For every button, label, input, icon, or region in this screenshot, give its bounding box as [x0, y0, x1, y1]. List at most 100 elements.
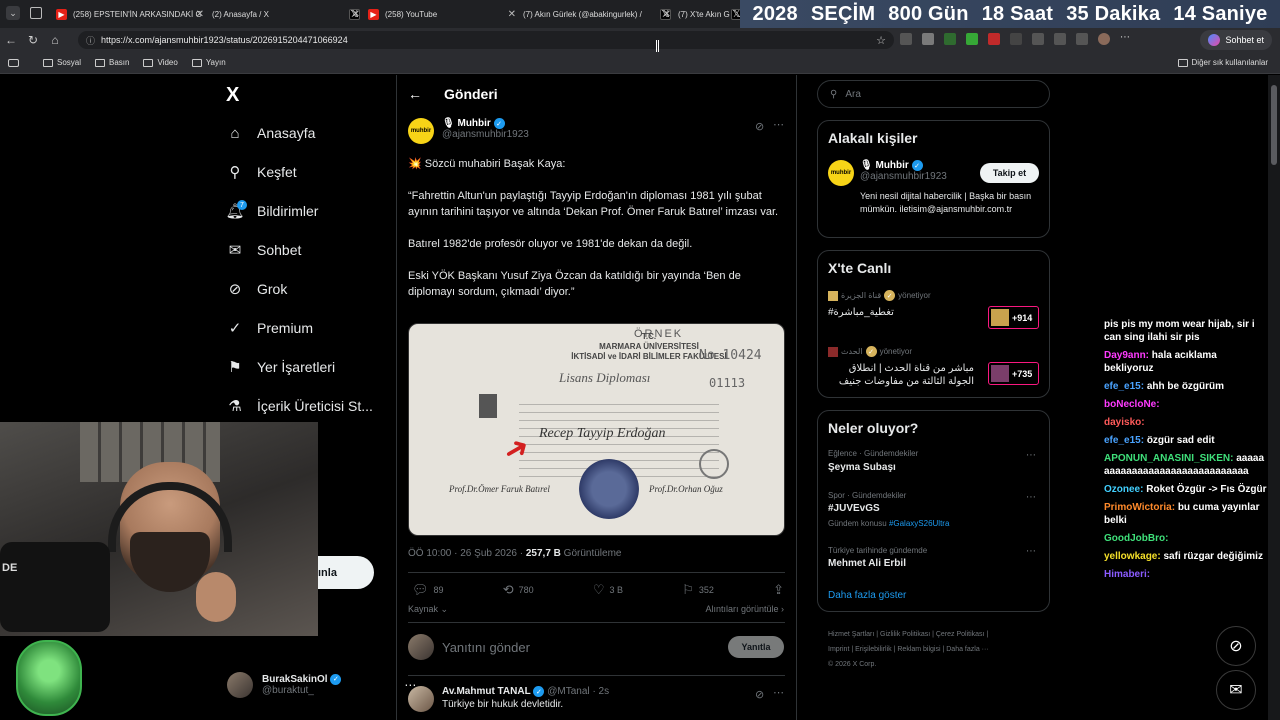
- grok-floating-button[interactable]: ⊘: [1216, 626, 1256, 666]
- share-button[interactable]: ⇪: [773, 582, 784, 598]
- close-tab-icon[interactable]: ✕: [508, 9, 516, 20]
- post-timestamp: ÖÖ 10:00 · 26 Şub 2026 · 257,7 B Görüntü…: [408, 548, 622, 559]
- trend-more-icon[interactable]: ⋯: [1026, 492, 1036, 503]
- nav-item-premium[interactable]: ✓ Premium: [227, 320, 313, 337]
- back-icon[interactable]: ←: [0, 33, 22, 47]
- chat-message: Day9ann: hala acıklama bekliyoruz: [1104, 350, 1217, 374]
- search-input[interactable]: ⚲ Ara: [817, 80, 1050, 108]
- bookmark-folder[interactable]: Basın: [95, 58, 129, 67]
- browser-tab[interactable]: 𝕏 (7) Akın Gürlek (@abakingurlek) / ✕: [523, 4, 671, 24]
- tab-actions-icon[interactable]: [30, 7, 42, 19]
- webcam-overlay: DE: [0, 422, 318, 636]
- extension-icon[interactable]: [1010, 33, 1022, 45]
- nav-item-creator-studio[interactable]: ⚗ İçerik Üreticisi St...: [227, 398, 373, 415]
- post-image-diploma[interactable]: T.C. MARMARA ÜNİVERSİTESİ İKTİSADİ ve İDAR…: [408, 323, 785, 536]
- reply-composer: Yanıtını gönder Yanıtla: [408, 634, 784, 660]
- verified-badge-icon: ✓: [884, 290, 896, 301]
- nav-item-grok[interactable]: ⊘ Grok: [227, 281, 288, 298]
- extension-icon[interactable]: [922, 33, 934, 45]
- trend-more-icon[interactable]: ⋯: [1026, 450, 1036, 461]
- url-input[interactable]: ⓘ https://x.com/ajansmuhbir1923/status/2…: [78, 31, 894, 49]
- grok-explain-icon[interactable]: ⊘: [755, 688, 764, 701]
- view-quotes-link[interactable]: Alıntıları görüntüle ›: [705, 604, 784, 615]
- diploma-photo: [479, 394, 497, 418]
- extension-icon[interactable]: [966, 33, 978, 45]
- messages-floating-button[interactable]: ✉: [1216, 670, 1256, 710]
- trend-item[interactable]: Şeyma Subaşı: [828, 462, 896, 473]
- nav-item-explore[interactable]: ⚲ Keşfet: [227, 164, 297, 181]
- live-title[interactable]: تغطية_مباشرة#: [828, 306, 978, 319]
- other-bookmarks-folder[interactable]: Diğer sık kullanılanlar: [1177, 58, 1268, 67]
- bookmark-button[interactable]: ⚐ 352: [682, 582, 714, 598]
- favorites-icon[interactable]: [1054, 33, 1066, 45]
- copilot-icon: [1208, 34, 1221, 46]
- channel-avatar: [828, 346, 838, 357]
- search-icon: ⚲: [229, 164, 241, 181]
- verified-badge-icon: ✓: [493, 118, 505, 129]
- nav-item-chat[interactable]: ✉ Sohbet: [227, 242, 302, 259]
- bookmark-folder[interactable]: Yayın: [191, 58, 226, 67]
- more-menu-icon[interactable]: ⋯: [1120, 33, 1132, 45]
- close-tab-icon[interactable]: ✕: [663, 9, 671, 20]
- grok-explain-icon[interactable]: ⊘: [755, 120, 764, 133]
- refresh-icon[interactable]: ↻: [22, 33, 44, 47]
- page-scrollbar[interactable]: [1268, 75, 1280, 720]
- post-author[interactable]: muhbir 🎙︎ Muhbir ✓ @ajansmuhbir1923: [408, 118, 529, 144]
- post-more-icon[interactable]: ⋯: [773, 118, 784, 131]
- x-logo[interactable]: X: [226, 84, 239, 107]
- beaded-figure-decoration: [16, 640, 82, 716]
- info-icon[interactable]: ⓘ: [86, 34, 95, 47]
- bookmark-folder[interactable]: Video: [143, 58, 178, 67]
- repost-button[interactable]: ⟲ 780: [503, 582, 534, 598]
- divider: [408, 675, 785, 676]
- live-title[interactable]: مباشر من قناة الحدث | انطلاق الجولة الثا…: [828, 362, 974, 388]
- extension-icon[interactable]: [944, 33, 956, 45]
- author-avatar: muhbir: [408, 118, 434, 144]
- back-arrow-icon[interactable]: ←: [408, 86, 422, 102]
- trend-more-icon[interactable]: ⋯: [1026, 546, 1036, 557]
- browser-tab[interactable]: ▶ (258) YouTube ✕: [368, 4, 516, 24]
- trend-item[interactable]: Mehmet Ali Erbil: [828, 558, 906, 569]
- profile-avatar-icon[interactable]: [1098, 33, 1110, 45]
- grok-icon: ⊘: [1229, 638, 1243, 655]
- live-listeners[interactable]: +914: [988, 306, 1039, 329]
- reading-list-icon[interactable]: [8, 58, 19, 67]
- stream-chat-overlay: pis pis my mom wear hijab, sir i can sin…: [1104, 318, 1268, 586]
- nav-item-home[interactable]: ⌂ Anasayfa: [227, 125, 315, 142]
- browser-tab[interactable]: 𝕏 (7) X'te Akın G: [678, 4, 742, 24]
- account-switcher[interactable]: BurakSakinOl ✓ @buraktut_ ⋯: [227, 672, 416, 698]
- follow-button[interactable]: Takip et: [980, 163, 1039, 183]
- nav-item-bookmarks[interactable]: ⚑ Yer İşaretleri: [227, 359, 335, 376]
- share-icon: ⇪: [773, 582, 784, 597]
- like-button[interactable]: ♡ 3 B: [593, 582, 623, 598]
- source-dropdown[interactable]: Kaynak ⌄: [408, 604, 448, 615]
- scrollbar-thumb[interactable]: [1271, 85, 1277, 165]
- copilot-chat-button[interactable]: Sohbet et: [1200, 30, 1272, 50]
- live-listeners[interactable]: +735: [988, 362, 1039, 385]
- channel-avatar: [828, 290, 838, 301]
- search-icon: ⚲: [830, 88, 838, 100]
- chat-message: dayisko:: [1104, 417, 1145, 428]
- reply-tweet[interactable]: Av.Mahmut TANAL ✓ @MTanal · 2s Türkiye b…: [408, 686, 784, 712]
- browser-tab[interactable]: ▶ (258) EPSTEIN'İN ARKASINDAKİ G ✕: [56, 4, 204, 24]
- favorite-star-icon[interactable]: ☆: [876, 34, 886, 47]
- avatar: [408, 686, 434, 712]
- extension-icon[interactable]: [900, 33, 912, 45]
- split-screen-icon[interactable]: [1032, 33, 1044, 45]
- reply-button[interactable]: 💬︎ 89: [412, 582, 444, 598]
- bookmark-folder[interactable]: Sosyal: [43, 58, 81, 67]
- reply-submit-button[interactable]: Yanıtla: [728, 636, 784, 658]
- close-tab-icon[interactable]: ✕: [352, 9, 360, 20]
- related-person[interactable]: muhbir 🎙︎ Muhbir ✓ @ajansmuhbir1923: [828, 160, 947, 186]
- chat-message: pis pis my mom wear hijab, sir i can sin…: [1104, 319, 1255, 343]
- browser-tab[interactable]: 𝕏 (2) Anasayfa / X ✕: [212, 4, 360, 24]
- show-more-link[interactable]: Daha fazla göster: [828, 590, 906, 601]
- post-more-icon[interactable]: ⋯: [773, 686, 784, 699]
- tab-menu-chevron-icon[interactable]: ⌄: [6, 6, 20, 20]
- collections-icon[interactable]: [1076, 33, 1088, 45]
- home-icon[interactable]: ⌂: [44, 33, 66, 47]
- extension-icon[interactable]: [988, 33, 1000, 45]
- trend-item[interactable]: #JUVEvGS: [828, 503, 880, 514]
- close-tab-icon[interactable]: ✕: [196, 9, 204, 20]
- reply-input[interactable]: Yanıtını gönder: [442, 640, 720, 655]
